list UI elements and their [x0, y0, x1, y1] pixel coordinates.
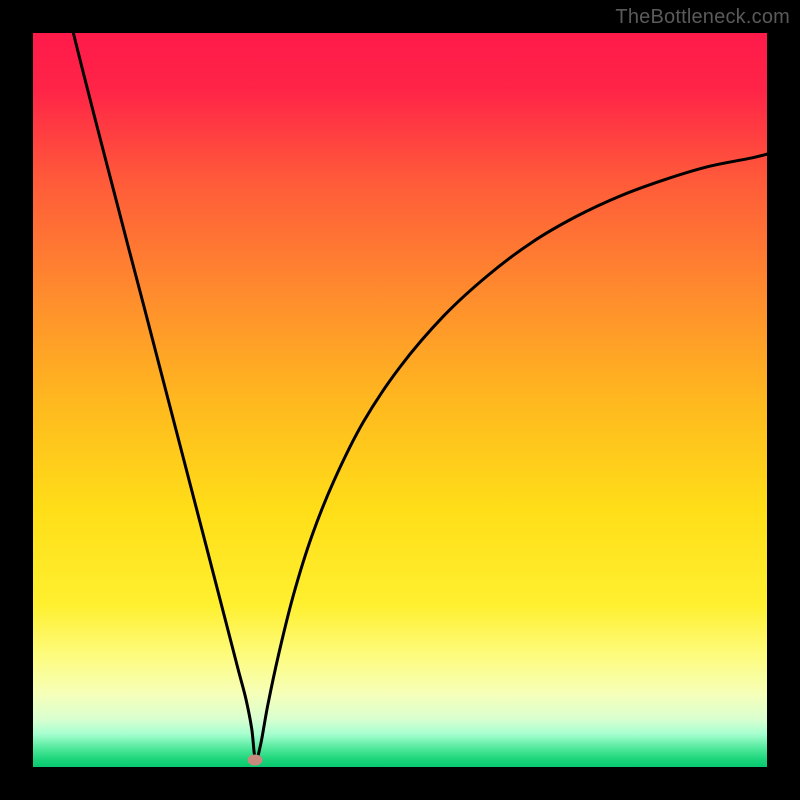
- chart-frame: TheBottleneck.com: [0, 0, 800, 800]
- watermark-text: TheBottleneck.com: [615, 6, 790, 29]
- plot-area: [33, 33, 767, 767]
- optimum-marker: [248, 754, 263, 765]
- bottleneck-curve: [33, 33, 767, 767]
